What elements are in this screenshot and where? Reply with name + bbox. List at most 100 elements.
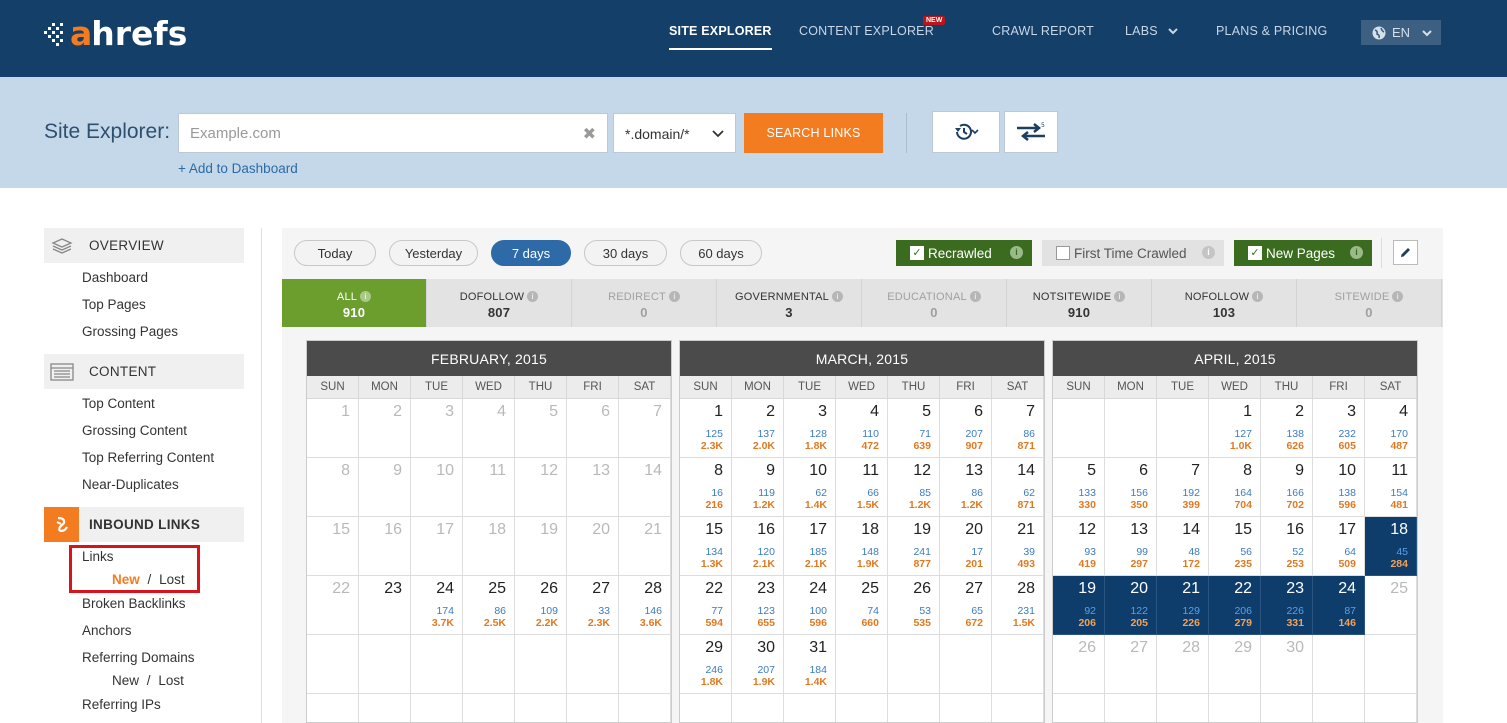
- nav-plans-pricing[interactable]: PLANS & PRICING: [1216, 24, 1327, 38]
- tab-redirect[interactable]: REDIRECT i 0: [572, 279, 717, 327]
- sidebar-item-dashboard[interactable]: Dashboard: [82, 270, 148, 285]
- tab-educational[interactable]: EDUCATIONAL i 0: [862, 279, 1007, 327]
- calendar-day[interactable]: 19 92 206: [1053, 576, 1105, 635]
- calendar-day[interactable]: 1 127 1.0K: [1209, 399, 1261, 458]
- info-icon[interactable]: i: [527, 291, 539, 302]
- language-selector[interactable]: EN: [1361, 20, 1441, 45]
- calendar-day[interactable]: 24 87 146: [1313, 576, 1365, 635]
- calendar-day[interactable]: 24 174 3.7K: [411, 576, 463, 635]
- tab-notsitewide[interactable]: NOTSITEWIDE i 910: [1007, 279, 1152, 327]
- calendar-day[interactable]: 16 52 253: [1261, 517, 1313, 576]
- tab-dofollow[interactable]: DOFOLLOW i 807: [427, 279, 572, 327]
- info-icon[interactable]: i: [1010, 246, 1023, 259]
- calendar-day[interactable]: 9 166 702: [1261, 458, 1313, 517]
- mode-select[interactable]: *.domain/*: [613, 113, 736, 153]
- nav-labs[interactable]: LABS: [1125, 24, 1179, 38]
- period-30-days[interactable]: 30 days: [584, 240, 667, 266]
- tab-sitewide[interactable]: SITEWIDE i 0: [1297, 279, 1442, 327]
- rd-new-link[interactable]: New: [112, 673, 139, 688]
- sidebar-item-near-duplicates[interactable]: Near-Duplicates: [82, 477, 179, 492]
- sidebar-item-referring-domains[interactable]: Referring Domains: [82, 650, 195, 665]
- tab-all[interactable]: ALL i 910: [282, 279, 427, 327]
- clear-icon[interactable]: ✖: [583, 124, 596, 144]
- calendar-day[interactable]: 2 137 2.0K: [732, 399, 784, 458]
- calendar-day[interactable]: 21 39 493: [992, 517, 1044, 576]
- filter-new-pages[interactable]: ✓ New Pages i: [1234, 240, 1372, 266]
- calendar-day[interactable]: 18 148 1.9K: [836, 517, 888, 576]
- info-icon[interactable]: i: [1392, 291, 1404, 302]
- calendar-day[interactable]: 12 93 419: [1053, 517, 1105, 576]
- sidebar-item-broken-backlinks[interactable]: Broken Backlinks: [82, 596, 186, 611]
- calendar-day[interactable]: 28 231 1.5K: [992, 576, 1044, 635]
- calendar-day[interactable]: 4 110 472: [836, 399, 888, 458]
- filter-first-time-crawled[interactable]: First Time Crawled i: [1042, 240, 1224, 266]
- history-button[interactable]: [932, 111, 1000, 153]
- period-today[interactable]: Today: [294, 240, 376, 266]
- sidebar-item-grossing-pages[interactable]: Grossing Pages: [82, 324, 178, 339]
- calendar-day[interactable]: 22 77 594: [680, 576, 732, 635]
- calendar-day[interactable]: 27 33 2.3K: [567, 576, 619, 635]
- calendar-day[interactable]: 23: [359, 576, 411, 635]
- calendar-day[interactable]: 14 62 871: [992, 458, 1044, 517]
- calendar-day[interactable]: 11 154 481: [1365, 458, 1417, 517]
- ahrefs-logo[interactable]: a hrefs: [44, 14, 187, 53]
- rd-lost-link[interactable]: Lost: [158, 673, 184, 688]
- search-links-button[interactable]: SEARCH LINKS: [744, 113, 883, 153]
- calendar-day[interactable]: 24 100 596: [784, 576, 836, 635]
- sidebar-item-grossing-content[interactable]: Grossing Content: [82, 423, 187, 438]
- calendar-day[interactable]: 4 170 487: [1365, 399, 1417, 458]
- search-box[interactable]: ✖: [178, 113, 608, 153]
- calendar-day[interactable]: 1 125 2.3K: [680, 399, 732, 458]
- calendar-day[interactable]: 17 64 509: [1313, 517, 1365, 576]
- info-icon[interactable]: i: [360, 291, 372, 302]
- calendar-day[interactable]: 31 184 1.4K: [784, 635, 836, 694]
- calendar-day[interactable]: 2 138 626: [1261, 399, 1313, 458]
- calendar-day[interactable]: 8 164 704: [1209, 458, 1261, 517]
- calendar-day[interactable]: 3 128 1.8K: [784, 399, 836, 458]
- info-icon[interactable]: i: [1114, 291, 1126, 302]
- calendar-day[interactable]: 20 17 201: [940, 517, 992, 576]
- tab-nofollow[interactable]: NOFOLLOW i 103: [1152, 279, 1297, 327]
- calendar-day[interactable]: 8 16 216: [680, 458, 732, 517]
- period-60-days[interactable]: 60 days: [680, 240, 762, 266]
- calendar-day[interactable]: 13 86 1.2K: [940, 458, 992, 517]
- sidebar-item-referring-ips[interactable]: Referring IPs: [82, 697, 161, 712]
- calendar-day[interactable]: 15 134 1.3K: [680, 517, 732, 576]
- calendar-day[interactable]: 5 71 639: [888, 399, 940, 458]
- calendar-day[interactable]: 5 133 330: [1053, 458, 1105, 517]
- nav-crawl-report[interactable]: CRAWL REPORT: [992, 24, 1094, 38]
- info-icon[interactable]: i: [831, 291, 843, 302]
- sidebar-section-content[interactable]: CONTENT: [44, 354, 244, 389]
- sidebar-item-top-content[interactable]: Top Content: [82, 396, 155, 411]
- calendar-day[interactable]: 7 192 399: [1157, 458, 1209, 517]
- calendar-day[interactable]: 6 156 350: [1105, 458, 1157, 517]
- info-icon[interactable]: i: [1252, 291, 1264, 302]
- calendar-day[interactable]: 10 62 1.4K: [784, 458, 836, 517]
- calendar-day[interactable]: 3 232 605: [1313, 399, 1365, 458]
- calendar-day[interactable]: 9 119 1.2K: [732, 458, 784, 517]
- compare-button[interactable]: 5: [1004, 111, 1058, 153]
- calendar-day[interactable]: 11 66 1.5K: [836, 458, 888, 517]
- calendar-day[interactable]: 23 226 331: [1261, 576, 1313, 635]
- calendar-day[interactable]: 22 206 279: [1209, 576, 1261, 635]
- edit-button[interactable]: [1393, 240, 1418, 265]
- calendar-day[interactable]: 16 120 2.1K: [732, 517, 784, 576]
- add-to-dashboard-link[interactable]: + Add to Dashboard: [178, 161, 298, 176]
- calendar-day[interactable]: 27 65 672: [940, 576, 992, 635]
- sidebar-item-anchors[interactable]: Anchors: [82, 623, 132, 638]
- calendar-day[interactable]: 20 122 205: [1105, 576, 1157, 635]
- sidebar-section-overview[interactable]: OVERVIEW: [44, 228, 244, 263]
- calendar-day[interactable]: 30 207 1.9K: [732, 635, 784, 694]
- sidebar-item-top-pages[interactable]: Top Pages: [82, 297, 146, 312]
- info-icon[interactable]: i: [668, 291, 680, 302]
- calendar-day[interactable]: 13 99 297: [1105, 517, 1157, 576]
- calendar-day[interactable]: 7 86 871: [992, 399, 1044, 458]
- info-icon[interactable]: i: [1350, 246, 1363, 259]
- calendar-day[interactable]: 29 246 1.8K: [680, 635, 732, 694]
- calendar-day[interactable]: 25 86 2.5K: [463, 576, 515, 635]
- calendar-day[interactable]: 26 53 535: [888, 576, 940, 635]
- calendar-day[interactable]: 25 74 660: [836, 576, 888, 635]
- calendar-day[interactable]: 15 56 235: [1209, 517, 1261, 576]
- sidebar-section-inbound-links[interactable]: INBOUND LINKS: [44, 507, 244, 542]
- filter-recrawled[interactable]: ✓ Recrawled i: [896, 240, 1032, 266]
